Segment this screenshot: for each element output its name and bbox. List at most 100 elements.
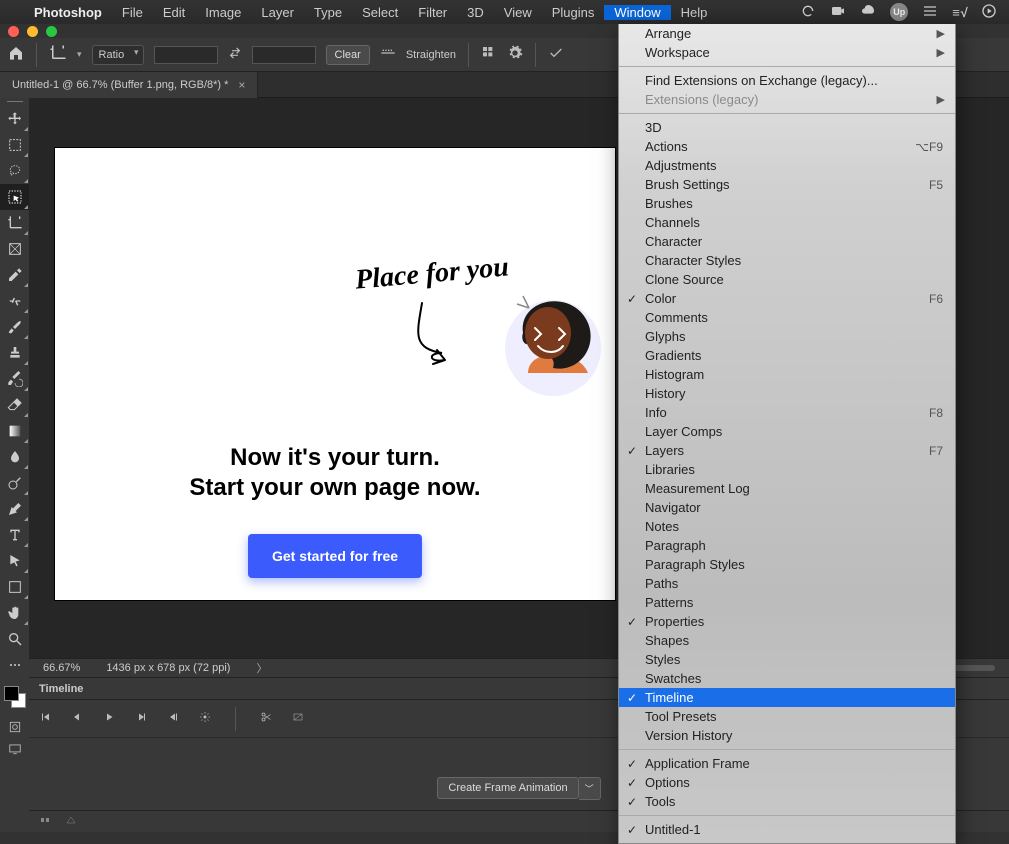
- tray-icon-2[interactable]: ≡√: [952, 5, 967, 20]
- dodge-tool[interactable]: [0, 470, 29, 496]
- object-select-tool[interactable]: [0, 184, 29, 210]
- tray-icon-1[interactable]: [922, 3, 938, 22]
- zoom-app-icon[interactable]: [830, 3, 846, 22]
- window-menu-item[interactable]: Character Styles: [619, 251, 955, 270]
- extra-icon[interactable]: [548, 45, 564, 64]
- window-menu-item[interactable]: Notes: [619, 517, 955, 536]
- healing-tool[interactable]: [0, 288, 29, 314]
- history-brush-tool[interactable]: [0, 366, 29, 392]
- next-frame-icon[interactable]: [135, 711, 147, 726]
- crop-tool-icon[interactable]: [49, 44, 67, 65]
- scissors-icon[interactable]: [260, 711, 272, 726]
- window-menu-item[interactable]: Paragraph Styles: [619, 555, 955, 574]
- menu-window[interactable]: Window: [604, 5, 670, 20]
- chevron-down-icon[interactable]: ▾: [77, 49, 82, 60]
- window-menu-item[interactable]: ✓Properties: [619, 612, 955, 631]
- zoom-window-icon[interactable]: [46, 26, 57, 37]
- window-menu-item[interactable]: Tool Presets: [619, 707, 955, 726]
- window-menu-item[interactable]: Comments: [619, 308, 955, 327]
- window-menu-item[interactable]: Gradients: [619, 346, 955, 365]
- eraser-tool[interactable]: [0, 392, 29, 418]
- window-menu-item[interactable]: ✓Timeline: [619, 688, 955, 707]
- minimize-window-icon[interactable]: [27, 26, 38, 37]
- create-animation-dropdown[interactable]: ﹀: [579, 777, 601, 800]
- window-menu-item[interactable]: Paths: [619, 574, 955, 593]
- menu-select[interactable]: Select: [352, 5, 408, 20]
- move-tool[interactable]: [0, 106, 29, 132]
- menu-type[interactable]: Type: [304, 5, 352, 20]
- menu-plugins[interactable]: Plugins: [542, 5, 605, 20]
- window-menu-item[interactable]: Adjustments: [619, 156, 955, 175]
- pen-tool[interactable]: [0, 496, 29, 522]
- window-menu-item[interactable]: History: [619, 384, 955, 403]
- menu-view[interactable]: View: [494, 5, 542, 20]
- sync-icon[interactable]: [800, 3, 816, 22]
- more-tools[interactable]: [0, 652, 29, 678]
- ratio-height-input[interactable]: [252, 46, 316, 64]
- footer-icon-2[interactable]: [65, 814, 77, 829]
- window-menu-item[interactable]: Paragraph: [619, 536, 955, 555]
- status-zoom[interactable]: 66.67%: [43, 662, 80, 674]
- window-menu-item[interactable]: ✓Application Frame: [619, 754, 955, 773]
- last-frame-icon[interactable]: [167, 711, 179, 726]
- color-swatch[interactable]: [4, 686, 26, 708]
- crop-tool[interactable]: [0, 210, 29, 236]
- window-menu-item[interactable]: Shapes: [619, 631, 955, 650]
- document-canvas[interactable]: Place for you Now it's your turn. Start …: [55, 148, 615, 600]
- menu-3d[interactable]: 3D: [457, 5, 494, 20]
- menu-file[interactable]: File: [112, 5, 153, 20]
- blur-tool[interactable]: [0, 444, 29, 470]
- grid-icon[interactable]: [481, 45, 497, 64]
- gear-icon[interactable]: [507, 45, 523, 64]
- cc-icon[interactable]: [860, 3, 876, 22]
- window-menu-item[interactable]: ✓Tools: [619, 792, 955, 811]
- screenmode-icon[interactable]: [0, 738, 29, 760]
- window-menu-item[interactable]: Navigator: [619, 498, 955, 517]
- window-menu-item[interactable]: Arrange▶: [619, 24, 955, 43]
- window-menu-item[interactable]: Actions⌥F9: [619, 137, 955, 156]
- window-menu-item[interactable]: Histogram: [619, 365, 955, 384]
- hand-tool[interactable]: [0, 600, 29, 626]
- menu-help[interactable]: Help: [671, 5, 718, 20]
- window-menu-item[interactable]: ✓Options: [619, 773, 955, 792]
- panel-drag-handle[interactable]: [0, 98, 29, 106]
- frame-tool[interactable]: [0, 236, 29, 262]
- path-select-tool[interactable]: [0, 548, 29, 574]
- transition-icon[interactable]: [292, 711, 304, 726]
- zoom-tool[interactable]: [0, 626, 29, 652]
- marquee-tool[interactable]: [0, 132, 29, 158]
- menu-filter[interactable]: Filter: [408, 5, 457, 20]
- straighten-icon[interactable]: [380, 45, 396, 64]
- lasso-tool[interactable]: [0, 158, 29, 184]
- window-menu-item[interactable]: Libraries: [619, 460, 955, 479]
- window-menu-item[interactable]: Swatches: [619, 669, 955, 688]
- close-window-icon[interactable]: [8, 26, 19, 37]
- window-menu-item[interactable]: ✓LayersF7: [619, 441, 955, 460]
- stamp-tool[interactable]: [0, 340, 29, 366]
- type-tool[interactable]: [0, 522, 29, 548]
- window-menu-item[interactable]: Layer Comps: [619, 422, 955, 441]
- timeline-settings-icon[interactable]: [199, 711, 211, 726]
- window-menu-item[interactable]: Character: [619, 232, 955, 251]
- menu-image[interactable]: Image: [195, 5, 251, 20]
- window-menu-item[interactable]: Measurement Log: [619, 479, 955, 498]
- window-menu-item[interactable]: ✓Untitled-1: [619, 820, 955, 839]
- window-menu-item[interactable]: Find Extensions on Exchange (legacy)...: [619, 71, 955, 90]
- tray-icon-3[interactable]: [981, 3, 997, 22]
- menu-layer[interactable]: Layer: [251, 5, 304, 20]
- window-menu-item[interactable]: Patterns: [619, 593, 955, 612]
- prev-frame-icon[interactable]: [71, 711, 83, 726]
- window-menu-item[interactable]: Styles: [619, 650, 955, 669]
- up-icon[interactable]: Up: [890, 3, 908, 21]
- window-menu-item[interactable]: InfoF8: [619, 403, 955, 422]
- window-menu-item[interactable]: Glyphs: [619, 327, 955, 346]
- ratio-width-input[interactable]: [154, 46, 218, 64]
- home-icon[interactable]: [8, 45, 24, 64]
- swap-icon[interactable]: [228, 46, 242, 63]
- window-menu-item[interactable]: Workspace▶: [619, 43, 955, 62]
- status-chevron-icon[interactable]: 〉: [256, 660, 267, 676]
- gradient-tool[interactable]: [0, 418, 29, 444]
- first-frame-icon[interactable]: [39, 711, 51, 726]
- footer-icon-1[interactable]: [39, 814, 51, 829]
- menu-edit[interactable]: Edit: [153, 5, 195, 20]
